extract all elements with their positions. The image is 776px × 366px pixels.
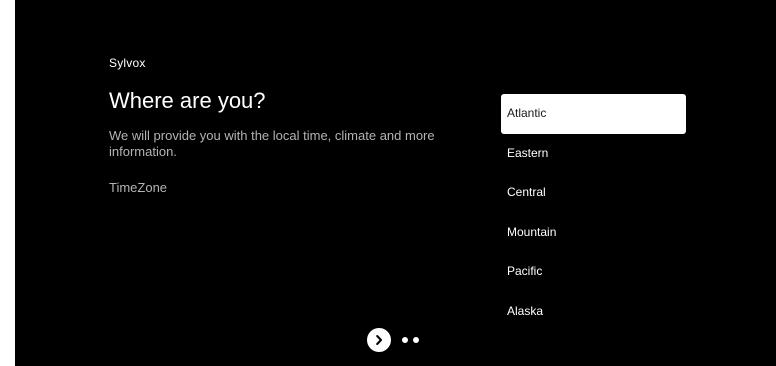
setup-screen: Sylvox Where are you? We will provide yo… [15, 0, 776, 366]
timezone-option-alaska[interactable]: Alaska [501, 292, 686, 332]
page-indicator-dot [413, 337, 419, 343]
page-indicator-dot [402, 337, 408, 343]
brand-logo: Sylvox [109, 56, 146, 70]
timezone-list: Atlantic Eastern Central Mountain Pacifi… [501, 94, 686, 331]
timezone-option-central[interactable]: Central [501, 173, 686, 213]
next-button[interactable] [367, 328, 391, 352]
page-subtitle: We will provide you with the local time,… [109, 128, 435, 159]
pager [367, 328, 419, 352]
timezone-label: TimeZone [109, 180, 168, 195]
page-title: Where are you? [109, 88, 266, 113]
timezone-option-pacific[interactable]: Pacific [501, 252, 686, 292]
timezone-option-eastern[interactable]: Eastern [501, 134, 686, 174]
chevron-right-icon [376, 335, 382, 345]
timezone-option-mountain[interactable]: Mountain [501, 213, 686, 253]
timezone-option-atlantic[interactable]: Atlantic [501, 94, 686, 134]
